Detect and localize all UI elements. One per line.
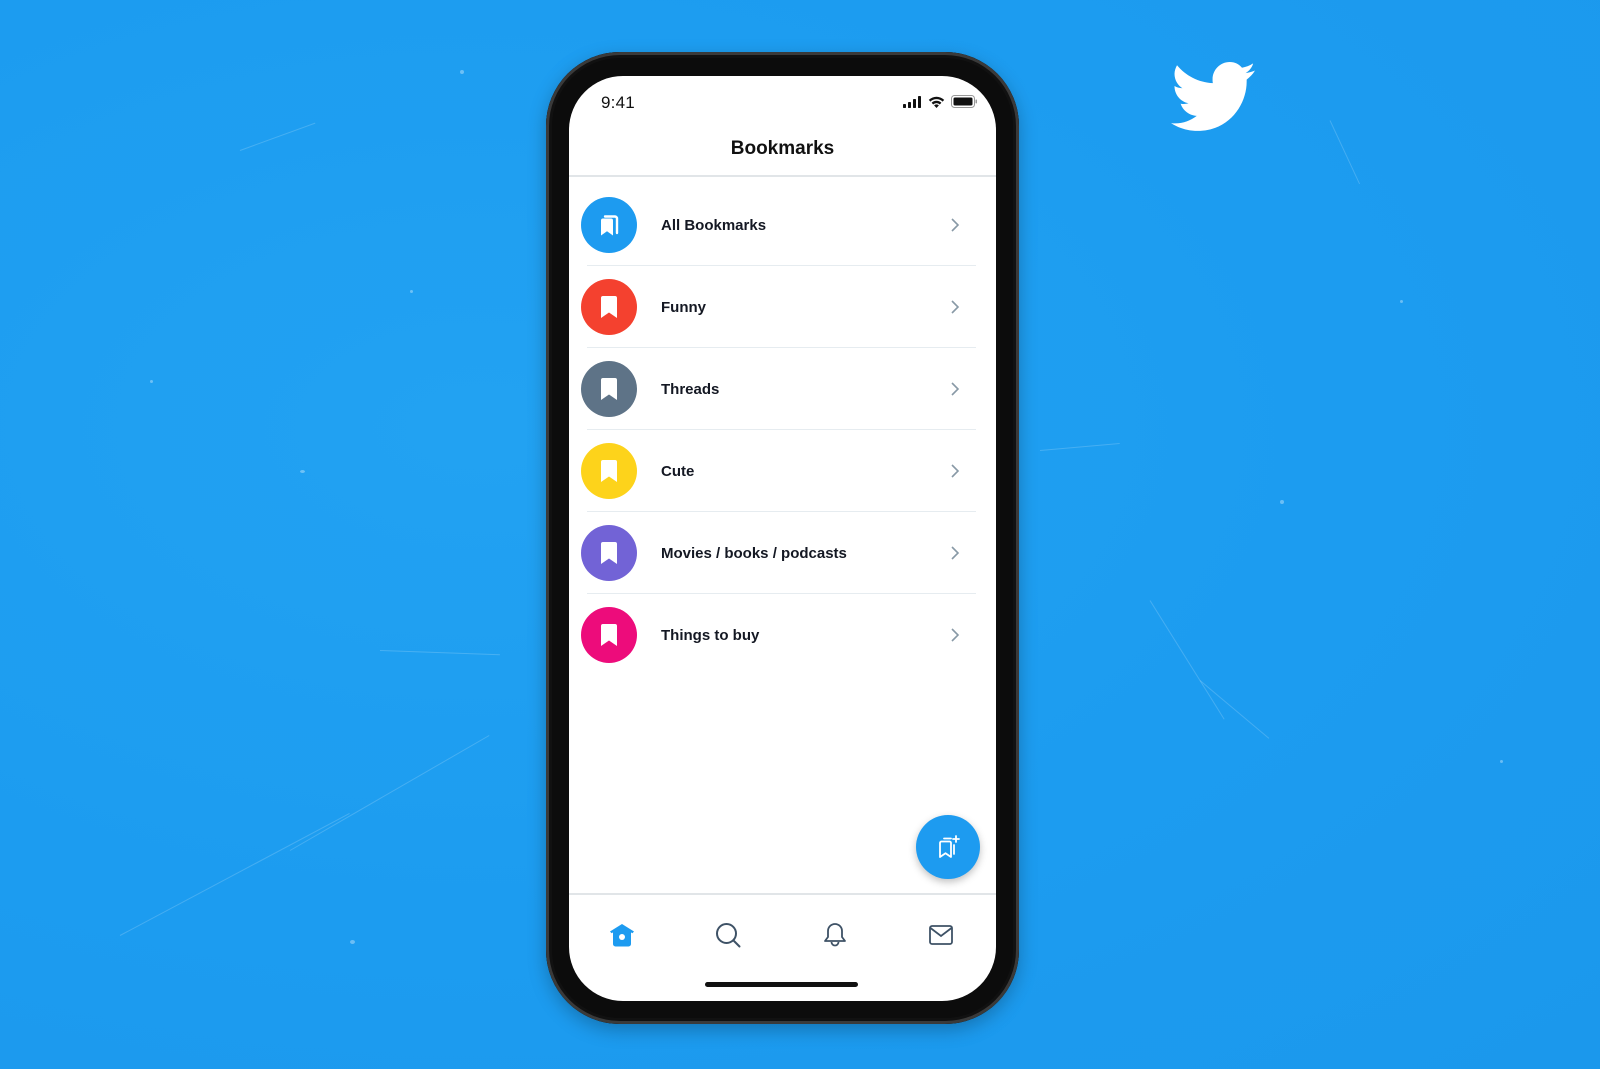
tab-bar <box>569 918 996 952</box>
home-indicator[interactable] <box>705 982 858 987</box>
bookmark-folder-threads[interactable]: Threads <box>569 348 996 430</box>
folder-label: Things to buy <box>661 626 760 644</box>
tab-home[interactable] <box>605 918 639 952</box>
chevron-right-icon <box>951 218 960 232</box>
folder-label: Cute <box>661 462 695 480</box>
chevron-right-icon <box>951 464 960 478</box>
add-bookmark-folder-icon <box>939 835 960 858</box>
bookmark-folder-all-bookmarks[interactable]: All Bookmarks <box>569 184 996 266</box>
new-bookmark-folder-button[interactable] <box>916 815 980 879</box>
bookmark-folder-list: All Bookmarks Funny Threads Cute Movies … <box>569 184 996 676</box>
folder-avatar <box>581 197 637 253</box>
bookmark-icon <box>601 542 617 564</box>
search-icon <box>716 923 741 948</box>
tab-notifications[interactable] <box>818 918 852 952</box>
tab-search[interactable] <box>711 918 745 952</box>
bell-icon <box>824 923 846 947</box>
status-time: 9:41 <box>601 93 635 112</box>
chevron-right-icon <box>951 300 960 314</box>
mail-icon <box>929 925 953 945</box>
wifi-icon <box>928 96 945 108</box>
folder-avatar <box>581 607 637 663</box>
home-icon <box>610 924 634 947</box>
tab-bar-divider <box>569 893 996 895</box>
folder-avatar <box>581 279 637 335</box>
folder-label: Movies / books / podcasts <box>661 544 847 562</box>
folder-label: All Bookmarks <box>661 216 767 234</box>
stacked-bookmarks-icon <box>601 215 619 236</box>
folder-avatar <box>581 443 637 499</box>
tab-messages[interactable] <box>924 918 958 952</box>
bookmark-folder-things-to-buy[interactable]: Things to buy <box>569 594 996 676</box>
bookmark-icon <box>601 460 617 482</box>
chevron-right-icon <box>951 382 960 396</box>
header-divider <box>569 175 996 177</box>
cellular-signal-icon <box>903 95 921 108</box>
bookmark-icon <box>601 296 617 318</box>
chevron-right-icon <box>951 546 960 560</box>
page-title: Bookmarks <box>730 138 835 159</box>
twitter-bird-icon <box>1170 62 1256 131</box>
phone-screen: 9:41 Bookmarks All Bookmarks Funny Threa… <box>569 76 996 1001</box>
bookmark-folder-funny[interactable]: Funny <box>569 266 996 348</box>
chevron-right-icon <box>951 628 960 642</box>
bookmark-folder-movies-books-podcasts[interactable]: Movies / books / podcasts <box>569 512 996 594</box>
battery-icon <box>951 95 977 108</box>
folder-label: Funny <box>661 298 706 316</box>
folder-label: Threads <box>661 380 720 398</box>
bookmark-folder-cute[interactable]: Cute <box>569 430 996 512</box>
status-bar-icons <box>903 95 978 108</box>
folder-avatar <box>581 525 637 581</box>
folder-avatar <box>581 361 637 417</box>
bookmark-icon <box>601 624 617 646</box>
bookmark-icon <box>601 378 617 400</box>
